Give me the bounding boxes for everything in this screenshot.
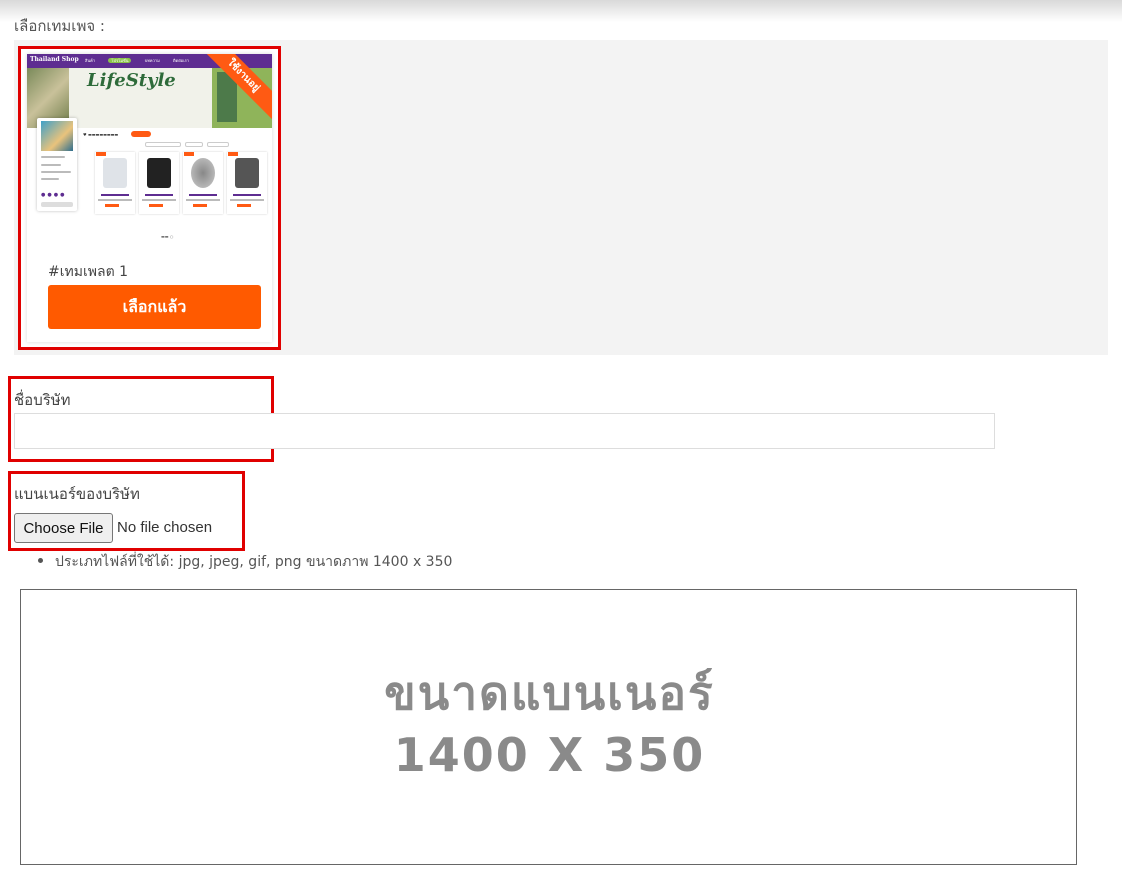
- template-card-inner: Thailand Shop สินค้า โปรโมชั่น บทความ ติ…: [27, 54, 272, 342]
- banner-label: แบนเนอร์ของบริษัท: [14, 485, 140, 503]
- preview-text-line: [41, 164, 61, 166]
- preview-social-icons: ●●●●: [41, 192, 67, 198]
- preview-hero-title: LifeStyle: [87, 70, 176, 91]
- preview-filter-chip: [145, 142, 181, 147]
- preview-more-link: ▬▬ ○: [161, 234, 174, 239]
- preview-product-grid: [95, 152, 270, 218]
- preview-nav-item: โปรโมชั่น: [108, 58, 132, 63]
- preview-nav-item: สินค้า: [85, 58, 96, 63]
- preview-call-button: [41, 202, 73, 207]
- preview-filter-chip: [207, 142, 229, 147]
- template-name: #เทมเพลต 1: [48, 264, 129, 280]
- company-name-input[interactable]: [14, 413, 995, 449]
- template-preview-image: Thailand Shop สินค้า โปรโมชั่น บทความ ติ…: [27, 54, 272, 249]
- preview-text-line: [41, 178, 59, 180]
- preview-text-line: [41, 156, 65, 158]
- file-status-text: No file chosen: [117, 519, 213, 536]
- file-type-hint-text: ประเภทไฟล์ที่ใช้ได้: jpg, jpeg, gif, png…: [55, 554, 453, 570]
- choose-file-button[interactable]: Choose File: [14, 513, 113, 543]
- preview-nav-item: ติดต่อเรา: [173, 58, 189, 63]
- preview-nav-items: สินค้า โปรโมชั่น บทความ ติดต่อเรา: [85, 57, 201, 64]
- bullet-icon: [38, 557, 43, 563]
- preview-logo: Thailand Shop: [30, 56, 79, 63]
- preview-shop-title: ♥ ▬▬▬▬▬▬▬▬: [83, 132, 119, 137]
- file-type-hint: ประเภทไฟล์ที่ใช้ได้: jpg, jpeg, gif, png…: [38, 551, 452, 573]
- template-selected-button[interactable]: เลือกแล้ว: [48, 285, 261, 329]
- preview-product-card: [95, 152, 135, 214]
- top-shadow: [0, 0, 1122, 22]
- preview-profile-card: ●●●●: [37, 118, 77, 211]
- company-name-label: ชื่อบริษัท: [14, 391, 71, 409]
- section-label: เลือกเทมเพจ :: [14, 17, 105, 35]
- preview-nav-item: บทความ: [144, 58, 160, 63]
- preview-product-card: [227, 152, 267, 214]
- preview-shop-badge: [131, 131, 151, 137]
- template-card-selected[interactable]: Thailand Shop สินค้า โปรโมชั่น บทความ ติ…: [18, 46, 281, 350]
- banner-preview-placeholder: ขนาดแบนเนอร์ 1400 X 350: [20, 589, 1077, 865]
- preview-product-card: [139, 152, 179, 214]
- preview-text-line: [41, 171, 71, 173]
- preview-filter-chip: [185, 142, 203, 147]
- preview-product-card: [183, 152, 223, 214]
- banner-placeholder-line2: 1400 X 350: [393, 728, 706, 782]
- preview-avatar: [41, 121, 73, 151]
- banner-placeholder-line1: ขนาดแบนเนอร์: [384, 666, 715, 720]
- banner-placeholder-text: ขนาดแบนเนอร์ 1400 X 350: [21, 662, 1078, 786]
